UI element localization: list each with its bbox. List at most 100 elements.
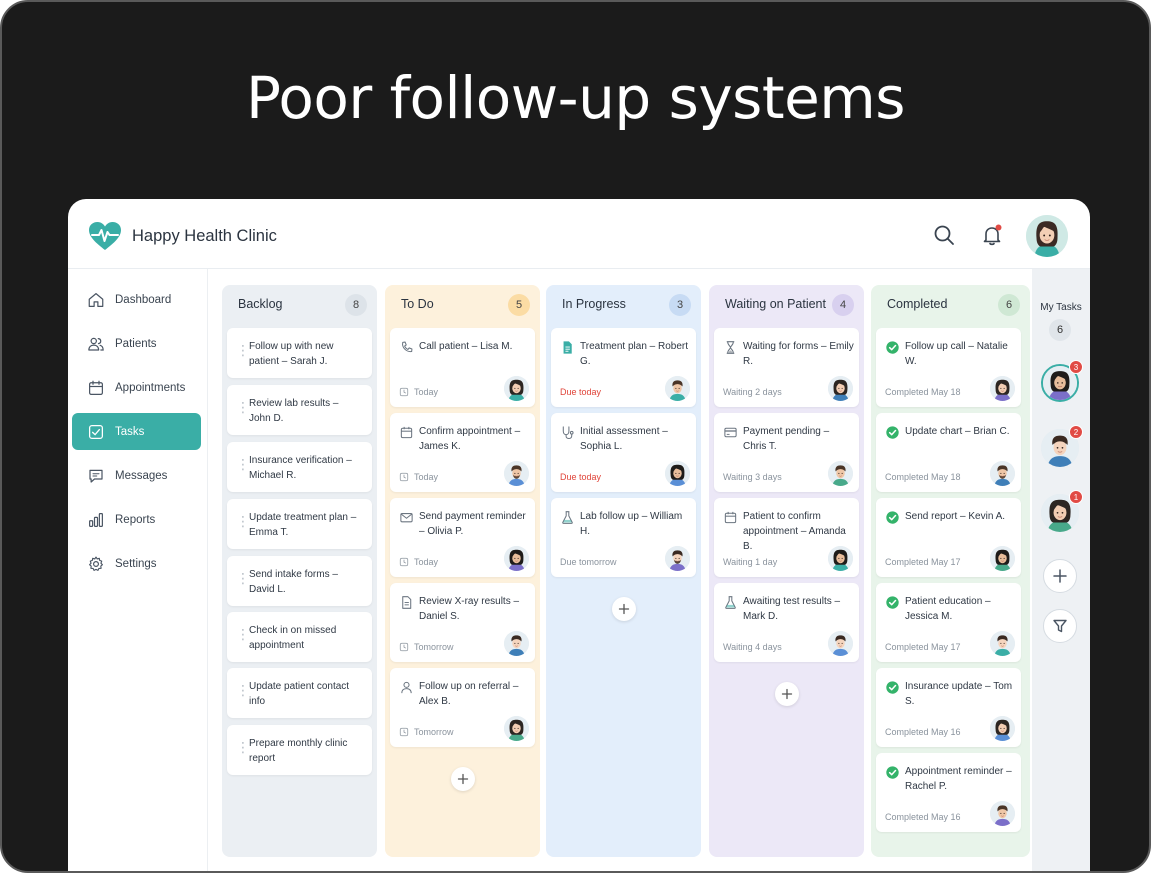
drag-handle-icon[interactable]: ⋮ xyxy=(236,457,250,471)
sidebar-item-label: Settings xyxy=(115,557,157,570)
assignee-avatar[interactable] xyxy=(990,376,1015,401)
task-card[interactable]: Follow up on referral – Alex B. Tomorrow xyxy=(390,668,535,747)
task-card[interactable]: Review X-ray results – Daniel S. Tomorrow xyxy=(390,583,535,662)
assignee-avatar[interactable] xyxy=(828,461,853,486)
sidebar-item-messages[interactable]: Messages xyxy=(72,457,201,494)
task-due: Waiting 3 days xyxy=(723,472,782,482)
bell-icon[interactable] xyxy=(980,223,1004,247)
add-card-button[interactable] xyxy=(611,597,636,621)
task-due-label: Completed May 17 xyxy=(885,642,961,652)
assignee-avatar[interactable] xyxy=(504,461,529,486)
assignee-avatar[interactable] xyxy=(828,376,853,401)
task-title: Prepare monthly clinic report xyxy=(249,738,348,764)
notification-dot xyxy=(995,224,1002,231)
drag-handle-icon[interactable]: ⋮ xyxy=(236,571,250,585)
task-card[interactable]: Awaiting test results – Mark D. Waiting 4… xyxy=(714,583,859,662)
task-card[interactable]: ⋮ Prepare monthly clinic report xyxy=(227,725,372,775)
drag-handle-icon[interactable]: ⋮ xyxy=(236,514,250,528)
sidebar-item-appointments[interactable]: Appointments xyxy=(72,369,201,406)
task-card[interactable]: Insurance update – Tom S. Completed May 1… xyxy=(876,668,1021,747)
filter-button[interactable] xyxy=(1043,609,1077,643)
sidebar-item-settings[interactable]: Settings xyxy=(72,545,201,582)
task-due: Today xyxy=(399,387,438,397)
calendar-icon xyxy=(399,425,414,440)
flask-icon xyxy=(560,510,575,525)
task-card[interactable]: Send payment reminder – Olivia P. Today xyxy=(390,498,535,577)
check-circle-icon xyxy=(885,595,900,610)
task-card[interactable]: ⋮ Update patient contact info xyxy=(227,668,372,718)
task-due: Waiting 2 days xyxy=(723,387,782,397)
sidebar-item-patients[interactable]: Patients xyxy=(72,325,201,362)
calendar-icon xyxy=(723,510,738,525)
drag-handle-icon[interactable]: ⋮ xyxy=(236,627,250,641)
task-card[interactable]: Patient to confirm appointment – Amanda … xyxy=(714,498,859,577)
task-card[interactable]: ⋮ Insurance verification – Michael R. xyxy=(227,442,372,492)
task-card[interactable]: ⋮ Review lab results – John D. xyxy=(227,385,372,435)
assignee-avatar[interactable] xyxy=(828,546,853,571)
task-card[interactable]: ⋮ Update treatment plan – Emma T. xyxy=(227,499,372,549)
stethoscope-icon xyxy=(560,425,575,440)
task-card[interactable]: Follow up call – Natalie W. Completed May… xyxy=(876,328,1021,407)
assignee-avatar[interactable] xyxy=(990,801,1015,826)
drag-handle-icon[interactable]: ⋮ xyxy=(236,400,250,414)
task-card[interactable]: Update chart – Brian C. Completed May 18 xyxy=(876,413,1021,492)
assignee-avatar[interactable] xyxy=(990,716,1015,741)
calendar-small-icon xyxy=(399,642,409,652)
assignee-avatar[interactable] xyxy=(990,546,1015,571)
task-card[interactable]: Confirm appointment – James K. Today xyxy=(390,413,535,492)
sidebar-item-reports[interactable]: Reports xyxy=(72,501,201,538)
document-icon xyxy=(399,595,414,610)
task-card[interactable]: Payment pending – Chris T. Waiting 3 days xyxy=(714,413,859,492)
task-card[interactable]: Lab follow up – William H. Due tomorrow xyxy=(551,498,696,577)
task-card[interactable]: Patient education – Jessica M. Completed … xyxy=(876,583,1021,662)
assignee-avatar[interactable] xyxy=(990,631,1015,656)
task-card[interactable]: Initial assessment – Sophia L. Due today xyxy=(551,413,696,492)
assignee-avatar[interactable] xyxy=(665,461,690,486)
task-count-badge: 3 xyxy=(1069,360,1083,374)
task-due-label: Today xyxy=(414,557,439,567)
drag-handle-icon[interactable]: ⋮ xyxy=(236,683,250,697)
drag-handle-icon[interactable]: ⋮ xyxy=(236,343,250,357)
add-card-button[interactable] xyxy=(450,767,475,791)
assignee-avatar[interactable] xyxy=(828,631,853,656)
task-card[interactable]: ⋮ Follow up with new patient – Sarah J. xyxy=(227,328,372,378)
task-card[interactable]: Treatment plan – Robert G. Due today xyxy=(551,328,696,407)
task-due: Completed May 18 xyxy=(885,472,961,482)
calendar-small-icon xyxy=(399,472,409,482)
assignee-avatar[interactable] xyxy=(504,376,529,401)
user-icon xyxy=(399,680,414,695)
assignee-avatar[interactable] xyxy=(990,461,1015,486)
sidebar-item-label: Messages xyxy=(115,469,168,482)
add-task-button[interactable] xyxy=(1043,559,1077,593)
task-title: Send intake forms – David L. xyxy=(249,569,338,595)
assignee-avatar[interactable] xyxy=(665,376,690,401)
search-icon[interactable] xyxy=(932,223,956,247)
assignee-avatar[interactable] xyxy=(504,546,529,571)
task-due-label: Completed May 16 xyxy=(885,812,961,822)
calendar-small-icon xyxy=(399,387,409,397)
assignee-avatar[interactable] xyxy=(504,631,529,656)
column-title: To Do xyxy=(401,297,434,311)
task-due: Today xyxy=(399,472,438,482)
task-title: Call patient – Lisa M. xyxy=(419,341,513,352)
task-card[interactable]: Appointment reminder – Rachel P. Complete… xyxy=(876,753,1021,832)
task-card[interactable]: Send report – Kevin A. Completed May 17 xyxy=(876,498,1021,577)
task-title: Send payment reminder – Olivia P. xyxy=(419,511,526,537)
task-title: Send report – Kevin A. xyxy=(905,511,1006,522)
task-due-label: Waiting 1 day xyxy=(723,557,778,567)
brand[interactable]: Happy Health Clinic xyxy=(88,221,277,251)
task-card[interactable]: ⋮ Check in on missed appointment xyxy=(227,612,372,662)
drag-handle-icon[interactable]: ⋮ xyxy=(236,740,250,754)
sidebar-item-dashboard[interactable]: Dashboard xyxy=(72,281,201,318)
user-avatar[interactable] xyxy=(1026,215,1068,257)
task-card[interactable]: Waiting for forms – Emily R. Waiting 2 da… xyxy=(714,328,859,407)
column-waiting-on-patient: Waiting on Patient 4 Waiting for forms – E… xyxy=(709,285,864,857)
task-card[interactable]: ⋮ Send intake forms – David L. xyxy=(227,556,372,606)
assignee-avatar[interactable] xyxy=(665,546,690,571)
assignee-avatar[interactable] xyxy=(504,716,529,741)
column-count-badge: 4 xyxy=(832,294,854,316)
sidebar-item-tasks[interactable]: Tasks xyxy=(72,413,201,450)
file-icon xyxy=(560,340,575,355)
add-card-button[interactable] xyxy=(774,682,799,706)
task-card[interactable]: Call patient – Lisa M. Today xyxy=(390,328,535,407)
